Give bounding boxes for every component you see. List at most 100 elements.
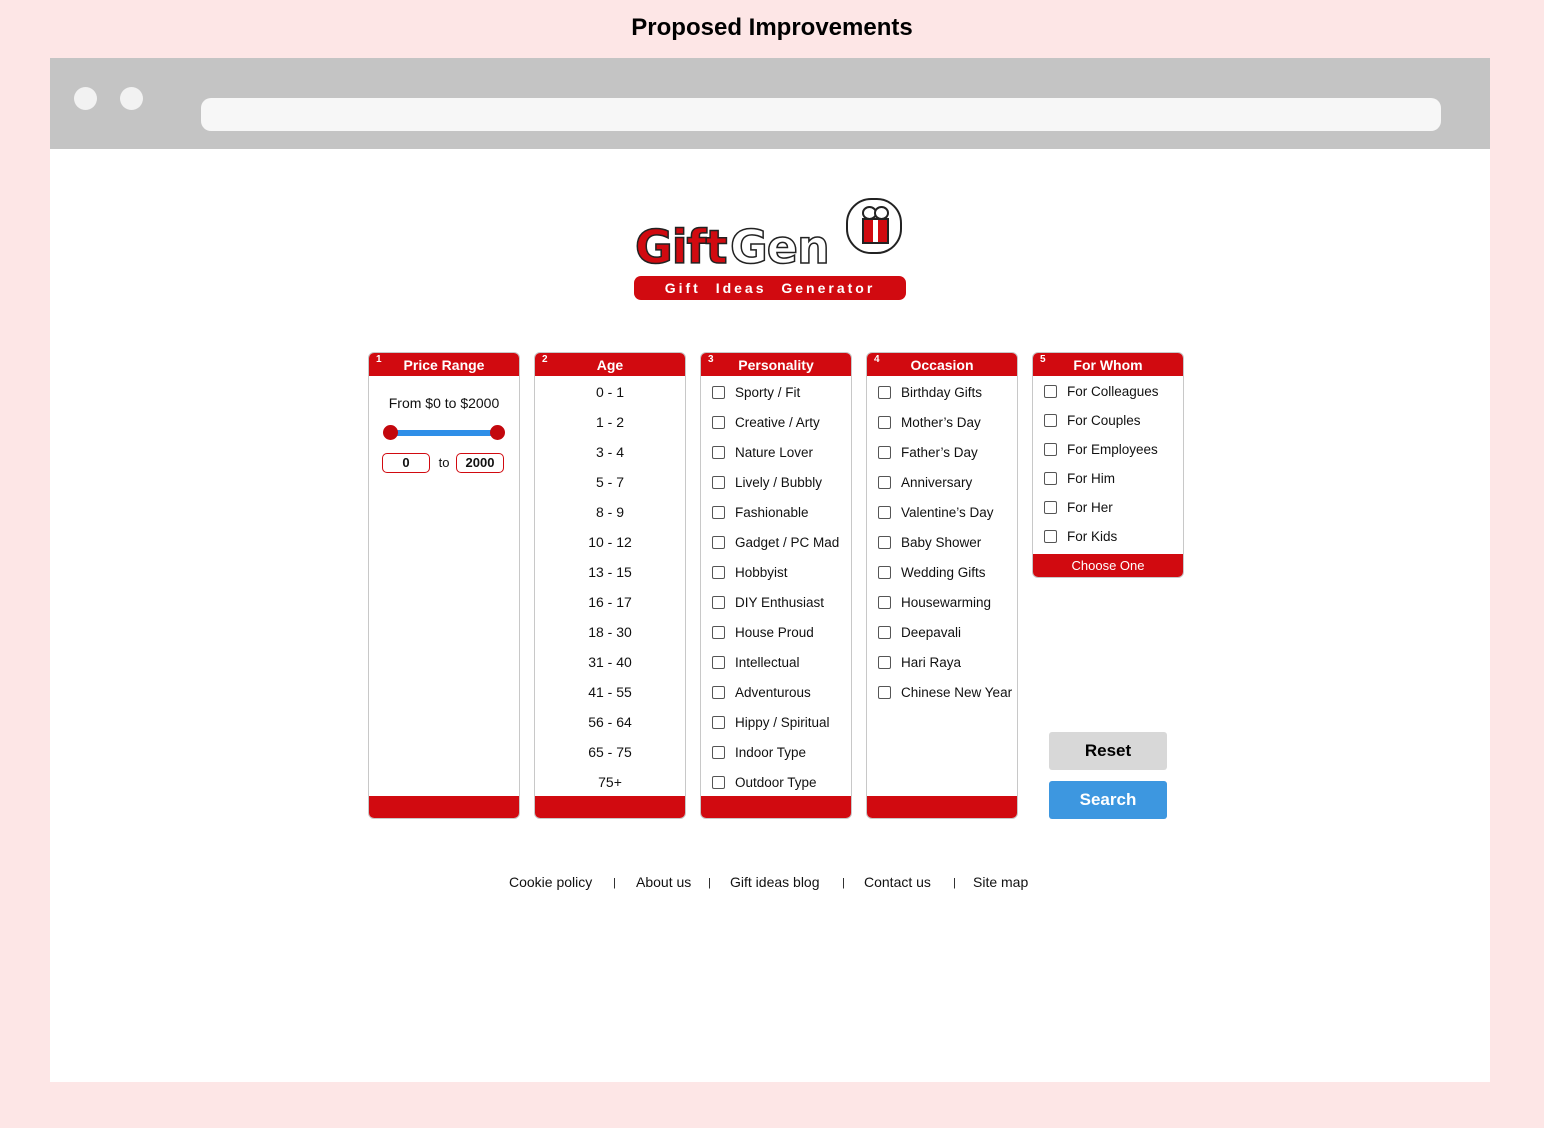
checkbox[interactable] xyxy=(712,745,725,759)
age-option[interactable]: 0 - 1 xyxy=(535,377,685,407)
price-slider-max-handle[interactable] xyxy=(490,425,505,440)
for-whom-option[interactable]: For Her xyxy=(1033,493,1183,522)
occasion-option[interactable]: Housewarming xyxy=(867,587,1017,617)
checkbox[interactable] xyxy=(712,445,725,459)
personality-option[interactable]: Creative / Arty xyxy=(701,407,851,437)
checkbox[interactable] xyxy=(878,655,891,669)
checkbox[interactable] xyxy=(1044,501,1057,514)
personality-option[interactable]: Nature Lover xyxy=(701,437,851,467)
age-option[interactable]: 10 - 12 xyxy=(535,527,685,557)
logo-word-gift: Gift xyxy=(634,219,728,275)
occasion-option[interactable]: Valentine’s Day xyxy=(867,497,1017,527)
checkbox[interactable] xyxy=(878,685,891,699)
checkbox[interactable] xyxy=(712,565,725,579)
footer-link-gift-ideas-blog[interactable]: Gift ideas blog xyxy=(730,874,820,890)
option-label: For Him xyxy=(1067,471,1115,486)
price-max-input[interactable]: 2000 xyxy=(456,453,504,473)
for-whom-option[interactable]: For Colleagues xyxy=(1033,377,1183,406)
giftgen-logo[interactable]: Gift Gen Gift Ideas Generator xyxy=(630,198,910,308)
personality-option[interactable]: Fashionable xyxy=(701,497,851,527)
checkbox[interactable] xyxy=(878,565,891,579)
checkbox[interactable] xyxy=(1044,385,1057,398)
occasion-option[interactable]: Birthday Gifts xyxy=(867,377,1017,407)
personality-option[interactable]: Gadget / PC Mad xyxy=(701,527,851,557)
checkbox[interactable] xyxy=(878,595,891,609)
checkbox[interactable] xyxy=(712,685,725,699)
checkbox[interactable] xyxy=(1044,414,1057,427)
personality-option[interactable]: DIY Enthusiast xyxy=(701,587,851,617)
occasion-option[interactable]: Hari Raya xyxy=(867,647,1017,677)
for-whom-option[interactable]: For Kids xyxy=(1033,522,1183,551)
checkbox[interactable] xyxy=(712,475,725,489)
window-control-dot[interactable] xyxy=(120,87,143,110)
checkbox[interactable] xyxy=(712,505,725,519)
occasion-option[interactable]: Anniversary xyxy=(867,467,1017,497)
option-label: Valentine’s Day xyxy=(901,504,994,520)
personality-options: Sporty / Fit Creative / Arty Nature Love… xyxy=(701,377,851,797)
age-option[interactable]: 8 - 9 xyxy=(535,497,685,527)
checkbox[interactable] xyxy=(712,775,725,789)
age-option[interactable]: 3 - 4 xyxy=(535,437,685,467)
panel-footer xyxy=(535,796,685,818)
option-label: Wedding Gifts xyxy=(901,564,986,580)
age-option[interactable]: 16 - 17 xyxy=(535,587,685,617)
option-label: Gadget / PC Mad xyxy=(735,534,840,550)
occasion-option[interactable]: Father’s Day xyxy=(867,437,1017,467)
option-label: Adventurous xyxy=(735,684,811,700)
checkbox[interactable] xyxy=(878,445,891,459)
checkbox[interactable] xyxy=(878,625,891,639)
age-option[interactable]: 31 - 40 xyxy=(535,647,685,677)
checkbox[interactable] xyxy=(878,385,891,399)
price-slider-track[interactable] xyxy=(389,430,499,436)
checkbox[interactable] xyxy=(878,475,891,489)
reset-button[interactable]: Reset xyxy=(1049,732,1167,770)
occasion-option[interactable]: Baby Shower xyxy=(867,527,1017,557)
checkbox[interactable] xyxy=(878,415,891,429)
price-slider-min-handle[interactable] xyxy=(383,425,398,440)
occasion-option[interactable]: Chinese New Year xyxy=(867,677,1017,707)
personality-option[interactable]: Hobbyist xyxy=(701,557,851,587)
checkbox[interactable] xyxy=(878,535,891,549)
age-option[interactable]: 13 - 15 xyxy=(535,557,685,587)
personality-option[interactable]: Hippy / Spiritual xyxy=(701,707,851,737)
age-option[interactable]: 5 - 7 xyxy=(535,467,685,497)
window-control-dot[interactable] xyxy=(74,87,97,110)
personality-option[interactable]: House Proud xyxy=(701,617,851,647)
checkbox[interactable] xyxy=(1044,443,1057,456)
footer-link-about-us[interactable]: About us xyxy=(636,874,691,890)
personality-option[interactable]: Indoor Type xyxy=(701,737,851,767)
checkbox[interactable] xyxy=(712,715,725,729)
occasion-option[interactable]: Deepavali xyxy=(867,617,1017,647)
footer-link-site-map[interactable]: Site map xyxy=(973,874,1028,890)
age-option[interactable]: 65 - 75 xyxy=(535,737,685,767)
checkbox[interactable] xyxy=(878,505,891,519)
age-option[interactable]: 18 - 30 xyxy=(535,617,685,647)
age-option[interactable]: 56 - 64 xyxy=(535,707,685,737)
footer-link-contact-us[interactable]: Contact us xyxy=(864,874,931,890)
age-option[interactable]: 1 - 2 xyxy=(535,407,685,437)
checkbox[interactable] xyxy=(712,655,725,669)
footer-link-cookie-policy[interactable]: Cookie policy xyxy=(509,874,592,890)
personality-option[interactable]: Sporty / Fit xyxy=(701,377,851,407)
for-whom-option[interactable]: For Him xyxy=(1033,464,1183,493)
personality-option[interactable]: Adventurous xyxy=(701,677,851,707)
age-option[interactable]: 75+ xyxy=(535,767,685,797)
checkbox[interactable] xyxy=(712,595,725,609)
personality-option[interactable]: Lively / Bubbly xyxy=(701,467,851,497)
occasion-option[interactable]: Wedding Gifts xyxy=(867,557,1017,587)
price-min-input[interactable]: 0 xyxy=(382,453,430,473)
for-whom-option[interactable]: For Employees xyxy=(1033,435,1183,464)
checkbox[interactable] xyxy=(712,535,725,549)
checkbox[interactable] xyxy=(712,625,725,639)
checkbox[interactable] xyxy=(712,385,725,399)
personality-option[interactable]: Outdoor Type xyxy=(701,767,851,797)
age-option[interactable]: 41 - 55 xyxy=(535,677,685,707)
checkbox[interactable] xyxy=(1044,472,1057,485)
address-bar[interactable] xyxy=(201,98,1441,131)
for-whom-option[interactable]: For Couples xyxy=(1033,406,1183,435)
personality-option[interactable]: Intellectual xyxy=(701,647,851,677)
search-button[interactable]: Search xyxy=(1049,781,1167,819)
checkbox[interactable] xyxy=(712,415,725,429)
occasion-option[interactable]: Mother’s Day xyxy=(867,407,1017,437)
checkbox[interactable] xyxy=(1044,530,1057,543)
